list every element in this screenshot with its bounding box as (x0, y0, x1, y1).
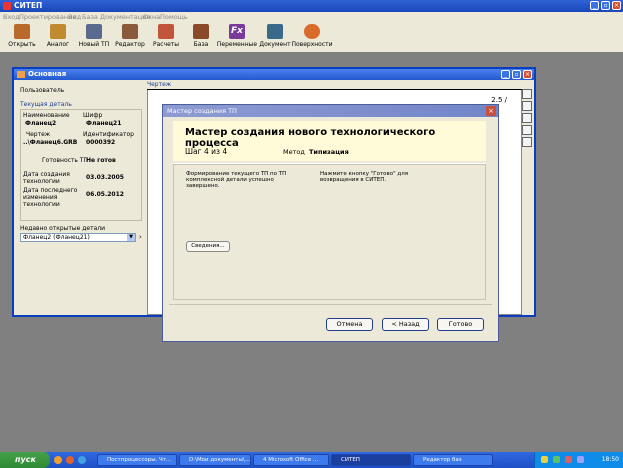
code-label: Шифр (83, 112, 103, 119)
ready-value: Не готов (86, 157, 116, 164)
drawing-tab[interactable]: Чертеж (147, 81, 171, 88)
editor-icon (122, 24, 138, 39)
app-icon (3, 2, 11, 10)
taskbar-item[interactable]: 4 Microsoft Office ... (253, 454, 329, 466)
drawing-corner-mark: 2.5 ∕ (491, 96, 507, 104)
app-title-bar: СИТЕП _ ▫ × (0, 0, 623, 12)
id-value: 0000392 (86, 139, 116, 146)
ready-label: Готовность ТП (42, 157, 89, 164)
open-icon (14, 24, 30, 39)
fit-icon[interactable] (522, 101, 532, 111)
chevron-right-icon[interactable]: › (139, 233, 142, 241)
dialog-close-button[interactable]: × (486, 106, 496, 116)
maximize-button[interactable]: ▫ (601, 1, 610, 10)
modified-value: 06.05.2012 (86, 191, 124, 198)
taskbar-item[interactable]: Редактор баз (413, 454, 493, 466)
details-button[interactable]: Сведения... (186, 241, 230, 252)
wizard-dialog: Мастер создания ТП × Мастер создания нов… (162, 104, 499, 342)
menu-bar: Вход Проектирование Вид База Документаци… (0, 12, 623, 22)
new-tp-icon (86, 24, 102, 39)
dialog-title: Мастер создания ТП (167, 107, 237, 115)
quicklaunch-icon-3[interactable] (78, 456, 86, 464)
print-icon[interactable] (522, 125, 532, 135)
system-tray: 18:50 (534, 452, 623, 468)
footer-divider (169, 304, 492, 305)
toolbar: Открыть Аналог Новый ТП Редактор Расчеты… (0, 22, 623, 53)
tray-icon[interactable] (541, 456, 548, 463)
app-title: СИТЕП (14, 1, 43, 10)
tray-icon-3[interactable] (565, 456, 572, 463)
part-info-panel: Пользователь Текущая деталь Наименование… (18, 83, 144, 307)
menu-item-help[interactable]: Помощь (160, 13, 188, 21)
chevron-down-icon[interactable]: ▼ (127, 234, 135, 241)
created-value: 03.03.2005 (86, 174, 124, 181)
instruction-text: Нажмите кнопку "Готово" для возвращения … (320, 171, 409, 183)
method-value: Типизация (309, 148, 349, 156)
drawing-border (147, 89, 522, 90)
taskbar-item-active[interactable]: СИТЕП (331, 454, 411, 466)
document-icon (267, 24, 283, 39)
quicklaunch-icon[interactable] (54, 456, 62, 464)
tray-icon-4[interactable] (577, 456, 584, 463)
code-value: Фланец21 (86, 120, 122, 127)
drawing-value: ..\Фланец6.GRB (23, 139, 78, 146)
analog-icon (50, 24, 66, 39)
layers-icon[interactable] (522, 113, 532, 123)
document-button[interactable]: Документ (254, 24, 296, 51)
calc-icon (158, 24, 174, 39)
back-button[interactable]: < Назад (382, 318, 429, 331)
current-part-header: Текущая деталь (20, 101, 72, 108)
quicklaunch-icon-2[interactable] (66, 456, 74, 464)
method-label: Метод (283, 148, 305, 156)
surfaces-icon (304, 24, 320, 39)
main-maximize-button[interactable]: ▫ (512, 70, 521, 79)
main-window-title: Основная (28, 70, 67, 78)
taskbar: пуск Постпроцессоры. Чт... D:\Мои докуме… (0, 452, 623, 468)
user-label: Пользователь (20, 87, 65, 94)
database-icon (193, 24, 209, 39)
window-icon (17, 71, 25, 78)
created-label: Дата создания технологии (23, 171, 70, 185)
name-label: Наименование (23, 112, 70, 119)
drawing-label: Чертеж (26, 131, 51, 138)
recent-parts-select[interactable]: Фланец2 (Фланец21) ▼ (20, 233, 136, 242)
menu-item-database[interactable]: База (82, 13, 98, 21)
menu-item-view[interactable]: Вид (68, 13, 81, 21)
surfaces-button[interactable]: Поверхности (291, 24, 333, 51)
main-window-title-bar: Основная _ ▫ × (14, 69, 534, 80)
wizard-header: Мастер создания нового технологического … (173, 121, 486, 161)
modified-label: Дата последнего изменения технологии (23, 187, 78, 208)
step-indicator: Шаг 4 из 4 (185, 147, 228, 156)
menu-item-windows[interactable]: Окна (143, 13, 160, 21)
close-button[interactable]: × (612, 1, 621, 10)
variables-button[interactable]: Fx Переменные (216, 24, 258, 51)
wizard-content: Формирование текущего ТП по ТП комплексн… (173, 164, 486, 300)
zoom-icon[interactable] (522, 89, 532, 99)
side-toolbar (522, 89, 534, 149)
menu-item-login[interactable]: Вход (3, 13, 20, 21)
done-button[interactable]: Готово (437, 318, 484, 331)
recent-parts-label: Недавно открытые детали (20, 225, 105, 232)
name-value: Фланец2 (25, 120, 57, 127)
wizard-heading: Мастер создания нового технологического … (185, 127, 436, 149)
taskbar-item[interactable]: Постпроцессоры. Чт... (97, 454, 177, 466)
result-text: Формирование текущего ТП по ТП комплексн… (186, 171, 287, 189)
taskbar-item[interactable]: D:\Мои документы\... (179, 454, 251, 466)
tray-icon-2[interactable] (553, 456, 560, 463)
main-minimize-button[interactable]: _ (501, 70, 510, 79)
variables-icon: Fx (229, 24, 245, 39)
main-close-button[interactable]: × (523, 70, 532, 79)
id-label: Идентификатор (83, 131, 134, 138)
minimize-button[interactable]: _ (590, 1, 599, 10)
clock: 18:50 (601, 456, 619, 463)
measure-icon[interactable] (522, 137, 532, 147)
cancel-button[interactable]: Отмена (326, 318, 373, 331)
start-button[interactable]: пуск (0, 452, 50, 468)
recent-parts-value: Фланец2 (Фланец21) (23, 234, 90, 241)
dialog-title-bar: Мастер создания ТП × (163, 105, 498, 117)
